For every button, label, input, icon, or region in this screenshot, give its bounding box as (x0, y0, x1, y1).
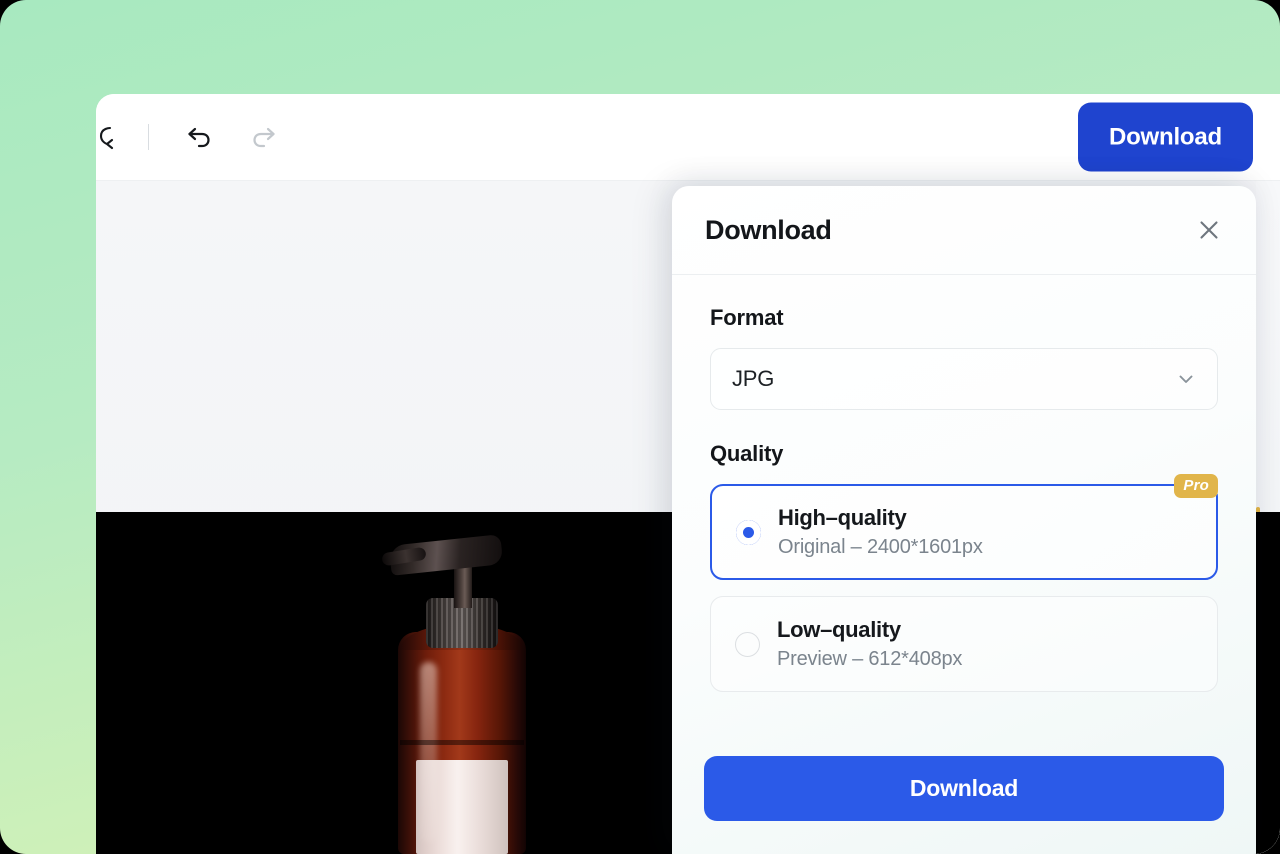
pro-badge: Pro (1174, 474, 1218, 498)
format-label: Format (710, 305, 784, 330)
download-panel-header: Download (672, 186, 1256, 275)
quality-option-high[interactable]: High–quality Original – 2400*1601px Pro (710, 474, 1218, 580)
editor-toolbar: Download (96, 94, 1280, 181)
crop-icon[interactable] (96, 120, 124, 154)
quality-label: Quality (710, 441, 784, 466)
header-download-button[interactable]: Download (1077, 102, 1253, 172)
panel-download-button[interactable]: Download (704, 756, 1224, 821)
quality-option-low[interactable]: Low–quality Preview – 612*408px (710, 596, 1218, 692)
bottle-ring (400, 740, 524, 745)
format-select[interactable]: JPG (710, 348, 1218, 410)
quality-option-high-subtitle: Original – 2400*1601px (778, 536, 983, 558)
radio-low-quality[interactable] (735, 631, 760, 657)
toolbar-divider (148, 124, 149, 150)
quality-option-high-text: High–quality Original – 2400*1601px (778, 505, 983, 559)
download-panel-body: Format JPG Quality High–quality Original… (672, 275, 1256, 692)
product-bottle-image (338, 512, 578, 854)
close-icon[interactable] (1192, 213, 1226, 247)
quality-option-high-title: High–quality (778, 505, 907, 530)
format-selected-value: JPG (732, 366, 775, 391)
redo-icon[interactable] (247, 120, 281, 154)
quality-option-low-subtitle: Preview – 612*408px (777, 648, 963, 670)
undo-icon[interactable] (182, 120, 216, 154)
radio-high-quality[interactable] (736, 519, 761, 545)
bottle-pump-stem (454, 564, 472, 608)
bottle-label (416, 760, 508, 854)
quality-option-low-title: Low–quality (777, 617, 901, 642)
quality-option-low-text: Low–quality Preview – 612*408px (777, 617, 962, 671)
download-panel: Download Format JPG Quality High–quality… (672, 186, 1256, 854)
chevron-down-icon (1175, 368, 1197, 390)
app-frame: Download Download Format JPG Quality Hig… (0, 0, 1280, 854)
panel-title: Download (705, 214, 832, 245)
